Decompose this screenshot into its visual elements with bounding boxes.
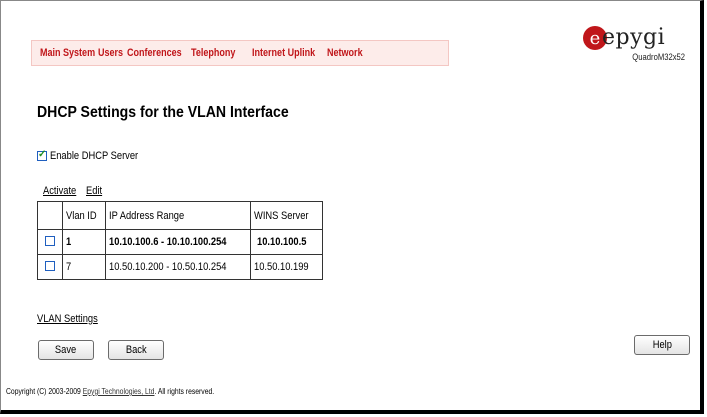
menu-system[interactable]: System — [63, 47, 95, 59]
model-name: QuadroM32x52 — [632, 52, 685, 62]
svg-text:e: e — [590, 28, 601, 49]
ip-range-cell: 10.50.10.200 - 10.50.10.254 — [105, 254, 252, 280]
save-button[interactable]: Save — [38, 340, 94, 360]
menu-conferences[interactable]: Conferences — [127, 47, 182, 59]
table-row: 7 10.50.10.200 - 10.50.10.254 10.50.10.1… — [37, 254, 323, 280]
enable-dhcp-row: Enable DHCP Server — [37, 149, 154, 162]
page-frame: Main System Users Conferences Telephony … — [0, 0, 704, 414]
vlan-table: Vlan ID IP Address Range WINS Server 1 1… — [37, 201, 323, 280]
enable-dhcp-label: Enable DHCP Server — [50, 150, 139, 162]
table-actions: Activate Edit — [43, 185, 105, 197]
menu-main[interactable]: Main — [40, 47, 61, 59]
back-button[interactable]: Back — [108, 340, 164, 360]
column-header-vlan-id: Vlan ID — [61, 201, 107, 230]
menu-users[interactable]: Users — [98, 47, 123, 59]
epygi-logo: e epygi QuadroM32x52 — [581, 21, 691, 71]
company-link[interactable]: Epygi Technologies, Ltd — [83, 387, 155, 396]
row-checkbox[interactable] — [45, 235, 55, 246]
wins-cell: 10.10.100.5 — [250, 229, 323, 255]
enable-dhcp-checkbox[interactable] — [37, 149, 47, 161]
column-header-ip-range: IP Address Range — [105, 201, 252, 230]
ip-range-cell: 10.10.100.6 - 10.10.100.254 — [105, 229, 252, 255]
row-select-cell — [37, 229, 63, 255]
row-select-cell — [37, 254, 63, 280]
page-title: DHCP Settings for the VLAN Interface — [37, 104, 289, 121]
rights-text: . All rights reserved. — [154, 387, 215, 396]
select-column-header — [37, 201, 63, 230]
vlan-id-cell: 7 — [61, 254, 107, 280]
row-checkbox[interactable] — [45, 260, 55, 271]
menu-telephony[interactable]: Telephony — [191, 47, 235, 59]
vlan-id-cell: 1 — [61, 229, 107, 255]
wins-cell: 10.50.10.199 — [250, 254, 323, 280]
main-menu-bar: Main System Users Conferences Telephony … — [31, 40, 449, 66]
help-button[interactable]: Help — [634, 335, 690, 355]
copyright-text: Copyright (C) 2003-2009 — [6, 387, 83, 396]
vlan-settings-link[interactable]: VLAN Settings — [37, 313, 98, 325]
menu-internet-uplink[interactable]: Internet Uplink — [252, 47, 315, 59]
table-header-row: Vlan ID IP Address Range WINS Server — [37, 201, 323, 230]
edit-link[interactable]: Edit — [86, 185, 102, 197]
menu-network[interactable]: Network — [327, 47, 363, 59]
logo-wordmark: epygi — [602, 25, 666, 50]
activate-link[interactable]: Activate — [43, 185, 76, 197]
copyright-footer: Copyright (C) 2003-2009 Epygi Technologi… — [6, 387, 214, 396]
column-header-wins: WINS Server — [250, 201, 323, 230]
table-row: 1 10.10.100.6 - 10.10.100.254 10.10.100.… — [37, 229, 323, 255]
